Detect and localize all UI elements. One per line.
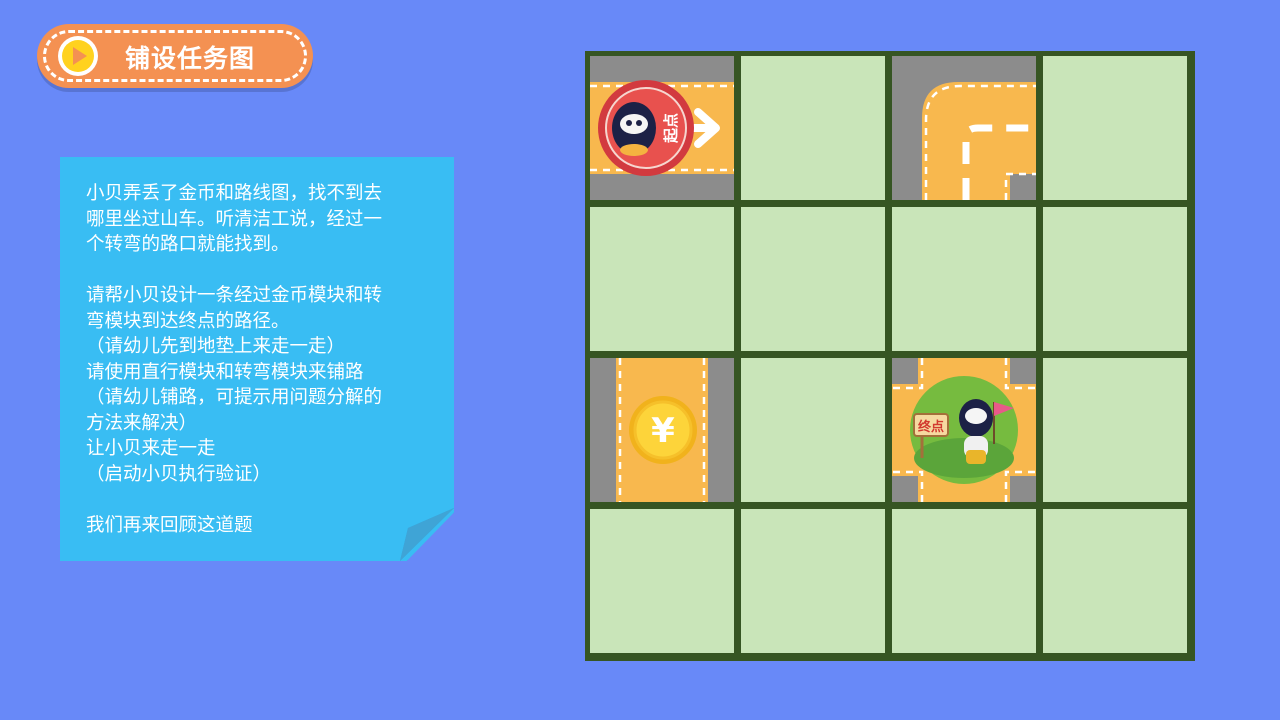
title-banner: 铺设任务图 xyxy=(37,24,313,88)
empty-cell[interactable] xyxy=(741,56,885,200)
instruction-line: （请幼儿铺路，可提示用问题分解的 xyxy=(86,387,383,408)
instruction-line: 请帮小贝设计一条经过金币模块和转 xyxy=(86,285,383,306)
play-icon[interactable] xyxy=(57,35,99,77)
tile-end[interactable]: 终点 xyxy=(892,358,1036,502)
instruction-line xyxy=(86,487,436,513)
empty-cell[interactable] xyxy=(892,207,1036,351)
coin-label: ¥ xyxy=(651,411,675,451)
empty-cell[interactable] xyxy=(1043,207,1187,351)
instruction-line: 小贝弄丢了金币和路线图，找不到去 xyxy=(86,183,383,204)
instruction-line: 方法来解决） xyxy=(86,412,198,434)
end-label: 终点 xyxy=(918,419,944,435)
tile-start[interactable]: 起点 xyxy=(590,56,734,200)
tile-turn[interactable] xyxy=(892,56,1036,200)
turn-road-icon xyxy=(892,56,1036,200)
empty-cell[interactable] xyxy=(1043,509,1187,653)
empty-cell[interactable] xyxy=(590,509,734,653)
instruction-line: 我们再来回顾这道题 xyxy=(86,514,253,536)
empty-cell[interactable] xyxy=(1043,358,1187,502)
instruction-line: 弯模块到达终点的路径。 xyxy=(86,310,290,332)
empty-cell[interactable] xyxy=(741,207,885,351)
instruction-line xyxy=(86,258,436,284)
instruction-line: 请使用直行模块和转弯模块来铺路 xyxy=(86,361,364,383)
empty-cell[interactable] xyxy=(590,207,734,351)
empty-cell[interactable] xyxy=(741,509,885,653)
tile-coin[interactable]: ¥ xyxy=(590,358,734,502)
instruction-text: 小贝弄丢了金币和路线图，找不到去 哪里坐过山车。听清洁工说，经过一 个转弯的路口就能… xyxy=(86,181,436,538)
instruction-line: 哪里坐过山车。听清洁工说，经过一 xyxy=(86,208,383,230)
start-label: 起点 xyxy=(662,113,680,144)
instruction-line: （请幼儿先到地垫上来走一走） xyxy=(86,336,346,357)
instruction-line: （启动小贝执行验证） xyxy=(86,463,272,485)
empty-cell[interactable] xyxy=(741,358,885,502)
page-title: 铺设任务图 xyxy=(125,44,256,73)
empty-cell[interactable] xyxy=(1043,56,1187,200)
empty-cell[interactable] xyxy=(892,509,1036,653)
instruction-line: 让小贝来走一走 xyxy=(86,438,216,459)
task-board-grid: 起点 ¥ 终点 xyxy=(585,51,1195,661)
instruction-line: 个转弯的路口就能找到。 xyxy=(86,234,290,255)
